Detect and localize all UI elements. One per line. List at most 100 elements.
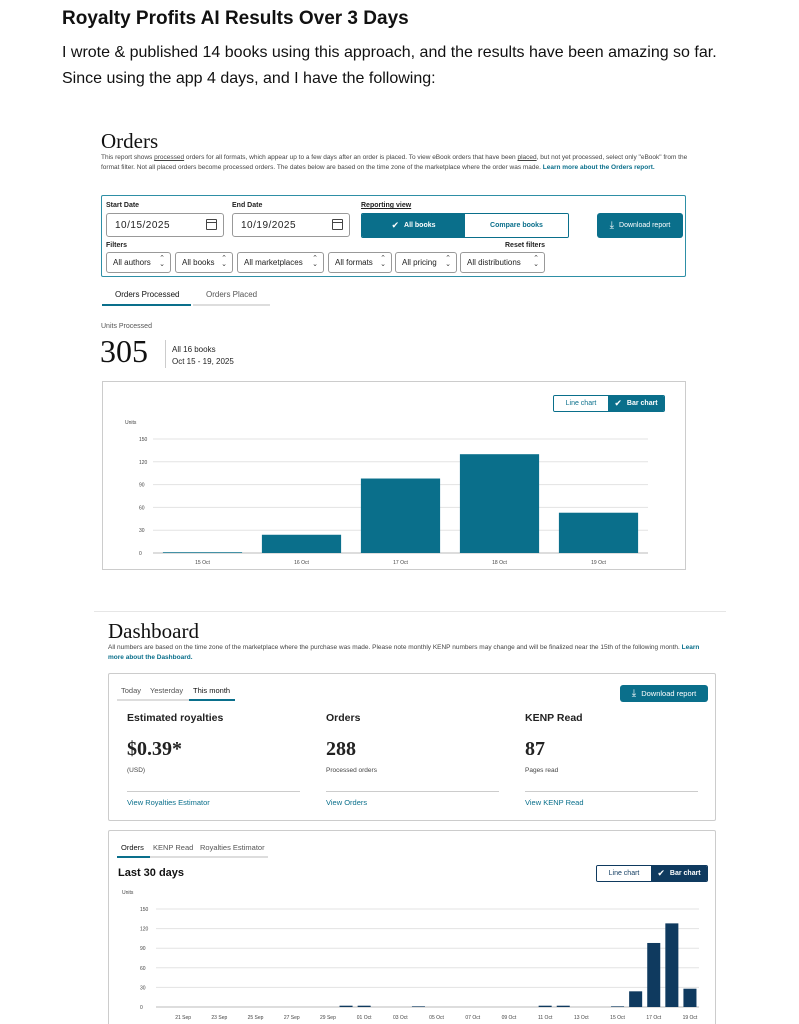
formats-filter[interactable]: All formats ⌃ ⌄ [328, 252, 392, 273]
x-tick-label: 05 Oct [429, 1015, 444, 1021]
x-tick-label: 09 Oct [502, 1015, 517, 1021]
orders-learn-more-link[interactable]: Learn more about the Orders report. [543, 164, 655, 171]
units-divider [165, 340, 166, 368]
last-30-days-bar-chart: Units 0 30 60 90 120 150 21 Sep 23 Sep 25 Sep 27 S… [122, 890, 699, 1021]
start-date-label: Start Date [106, 202, 140, 209]
x-tick-label: 21 Sep [175, 1015, 191, 1021]
x-tick-label: 15 Oct [195, 560, 210, 566]
bar [538, 1005, 552, 1007]
download-report-button[interactable]: ⤓ Download report [597, 213, 683, 238]
dashboard-download-report-button[interactable]: ⤓ Download report [620, 685, 708, 702]
metric-value-orders: 288 [326, 738, 356, 760]
x-tick-label: 01 Oct [357, 1015, 372, 1021]
metric-divider [127, 791, 300, 792]
metric-sub-orders: Processed orders [326, 767, 377, 774]
x-tick-label: 17 Oct [393, 560, 408, 566]
bar [647, 942, 661, 1007]
bar [360, 478, 441, 553]
end-date-input[interactable]: 10/19/2025 [232, 213, 350, 237]
orders-bar-chart: Units 0 30 60 90 120 150 15 Oct 16 Oct 17 Oct 18 O… [125, 420, 648, 566]
bar [556, 1005, 570, 1007]
bar [558, 512, 639, 553]
placed-link[interactable]: placed [517, 154, 536, 161]
distributions-filter[interactable]: All distributions ⌃ ⌄ [460, 252, 545, 273]
start-date-input[interactable]: 10/15/2025 [106, 213, 224, 237]
bar [411, 1006, 425, 1007]
end-date-label: End Date [232, 202, 263, 209]
up-down-chevron-icon: ⌃ ⌄ [533, 255, 539, 268]
bar [459, 454, 540, 553]
y-tick-label: 150 [140, 907, 149, 913]
y-tick-label: 30 [140, 985, 146, 991]
units-processed-label: Units Processed [101, 323, 152, 330]
x-tick-label: 15 Oct [610, 1015, 625, 1021]
x-tick-label: 07 Oct [465, 1015, 480, 1021]
dashboard-heading: Dashboard [108, 619, 199, 643]
metric-label-orders: Orders [326, 712, 361, 724]
y-axis-label: Units [125, 420, 137, 426]
view-royalties-estimator-link[interactable]: View Royalties Estimator [127, 798, 210, 807]
bar [629, 991, 643, 1007]
bar [162, 552, 243, 553]
bar [665, 923, 679, 1007]
tab-orders-processed[interactable]: Orders Processed [115, 290, 179, 299]
units-books-scope: All 16 books [172, 345, 216, 354]
marketplaces-filter[interactable]: All marketplaces ⌃ ⌄ [237, 252, 324, 273]
x-tick-label: 27 Sep [284, 1015, 300, 1021]
up-down-chevron-icon: ⌃ ⌄ [221, 255, 227, 268]
bar [683, 988, 697, 1007]
orders-heading: Orders [101, 129, 159, 153]
y-tick-label: 0 [140, 1005, 143, 1011]
dashboard-description: All numbers are based on the time zone o… [108, 644, 700, 661]
calendar-icon[interactable] [206, 219, 217, 230]
units-date-range: Oct 15 - 19, 2025 [172, 357, 234, 366]
tab-today[interactable]: Today [121, 686, 141, 695]
x-tick-label: 29 Sep [320, 1015, 336, 1021]
up-down-chevron-icon: ⌃ ⌄ [445, 255, 451, 268]
metric-sub-kenp: Pages read [525, 767, 559, 774]
all-books-option[interactable]: ✔ All books [362, 214, 465, 237]
metric-label-kenp: KENP Read [525, 712, 583, 724]
y-tick-label: 60 [140, 966, 146, 972]
dashboard-summary-panel: Today Yesterday This month ⤓ Download rep… [108, 673, 716, 821]
dashboard-chart-panel: Orders KENP Read Royalties Estimator Lin… [108, 830, 716, 1024]
x-tick-label: 17 Oct [646, 1015, 661, 1021]
filters-label: Filters [106, 242, 128, 249]
section-divider [94, 611, 726, 612]
intro-title: Royalty Profits AI Results Over 3 Days [62, 8, 409, 29]
view-kenp-read-link[interactable]: View KENP Read [525, 798, 584, 807]
up-down-chevron-icon: ⌃ ⌄ [312, 255, 318, 268]
tab-yesterday[interactable]: Yesterday [150, 686, 183, 695]
last-30-days-title: Last 30 days [118, 867, 185, 879]
tab-this-month[interactable]: This month [193, 686, 230, 695]
bar [261, 534, 342, 553]
compare-books-option[interactable]: Compare books [465, 214, 568, 237]
download-icon: ⤓ [631, 688, 637, 699]
x-tick-label: 16 Oct [294, 560, 309, 566]
metric-divider [326, 791, 499, 792]
y-tick-label: 150 [139, 437, 148, 443]
metric-value-kenp: 87 [525, 738, 545, 760]
books-filter[interactable]: All books ⌃ ⌄ [175, 252, 233, 273]
calendar-icon[interactable] [332, 219, 343, 230]
metric-label-royalties: Estimated royalties [127, 712, 224, 724]
y-tick-label: 30 [139, 528, 145, 534]
reset-filters-link[interactable]: Reset filters [505, 242, 545, 249]
reporting-view-label: Reporting view [361, 202, 412, 209]
check-icon: ✔ [391, 220, 400, 230]
y-tick-label: 90 [139, 483, 145, 489]
authors-filter[interactable]: All authors ⌃ ⌄ [106, 252, 171, 273]
view-orders-link[interactable]: View Orders [326, 798, 367, 807]
units-processed-value: 305 [100, 333, 148, 369]
metric-sub-royalties: (USD) [127, 767, 146, 774]
processed-link[interactable]: processed [154, 154, 184, 161]
tab-orders-placed[interactable]: Orders Placed [206, 290, 257, 299]
pricing-filter[interactable]: All pricing ⌃ ⌄ [395, 252, 457, 273]
tab-inactive-indicator [193, 304, 270, 306]
x-tick-label: 23 Sep [211, 1015, 227, 1021]
y-tick-label: 90 [140, 946, 146, 952]
x-tick-label: 25 Sep [248, 1015, 264, 1021]
metric-divider [525, 791, 698, 792]
up-down-chevron-icon: ⌃ ⌄ [380, 255, 386, 268]
bar [357, 1005, 371, 1007]
